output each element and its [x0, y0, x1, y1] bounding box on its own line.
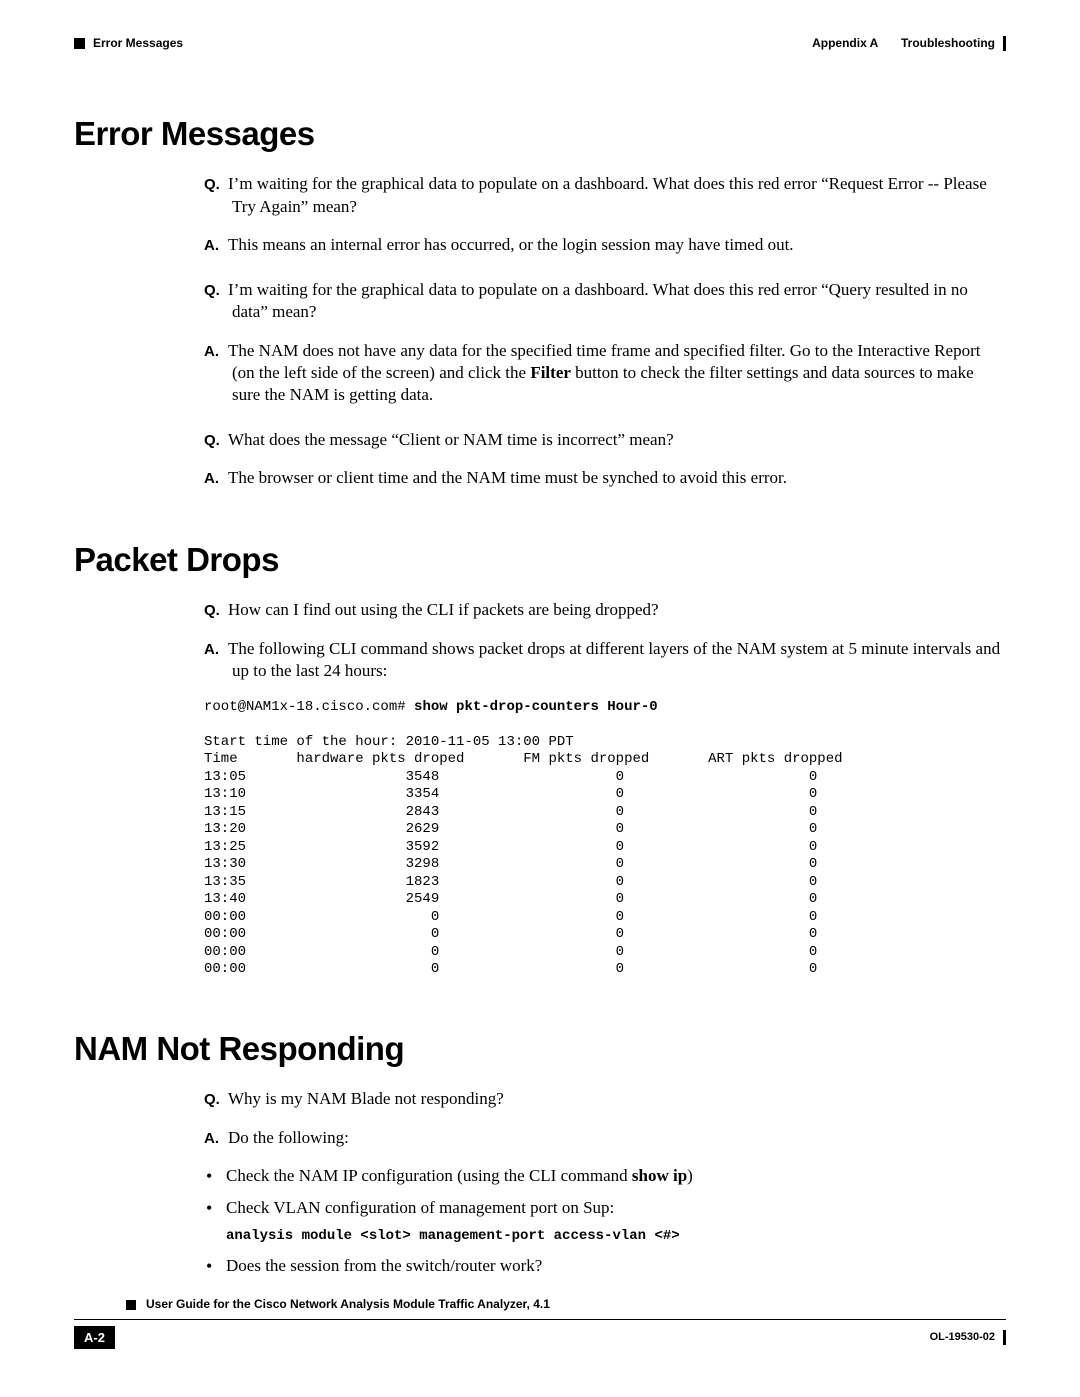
header-section-label: Error Messages [93, 36, 183, 52]
a-label: A. [204, 342, 228, 362]
header-vbar-icon [1003, 36, 1006, 51]
bullet-text-pre: Check the NAM IP configuration (using th… [226, 1166, 632, 1185]
heading-error-messages: Error Messages [74, 112, 1006, 156]
q-text: How can I find out using the CLI if pack… [228, 600, 659, 619]
q-label: Q. [204, 601, 228, 621]
q-text: I’m waiting for the graphical data to po… [228, 280, 968, 321]
cli-prompt: root@NAM1x-18.cisco.com# [204, 699, 414, 715]
a-text: The browser or client time and the NAM t… [228, 468, 787, 487]
heading-packet-drops: Packet Drops [74, 538, 1006, 582]
heading-nam-not-responding: NAM Not Responding [74, 1027, 1006, 1071]
section-packet-drops: Packet Drops Q.How can I find out using … [74, 538, 1006, 979]
cli-line: 00:00 0 0 0 [204, 926, 817, 942]
qa-block: Q.I’m waiting for the graphical data to … [204, 173, 1006, 218]
a-label: A. [204, 469, 228, 489]
bullet-text: Check VLAN configuration of management p… [226, 1198, 614, 1217]
cli-line: 00:00 0 0 0 [204, 961, 817, 977]
qa-block: Q.What does the message “Client or NAM t… [204, 429, 1006, 451]
header-appendix-label: Appendix A [812, 36, 878, 52]
q-label: Q. [204, 431, 228, 451]
q-text: What does the message “Client or NAM tim… [228, 430, 674, 449]
bullet-text-bold: show ip [632, 1166, 687, 1185]
list-item: Does the session from the switch/router … [204, 1255, 1006, 1277]
page-footer: User Guide for the Cisco Network Analysi… [74, 1297, 1006, 1349]
cli-line: 13:40 2549 0 0 [204, 891, 817, 907]
section-nam-not-responding: NAM Not Responding Q.Why is my NAM Blade… [74, 1027, 1006, 1278]
cli-output: root@NAM1x-18.cisco.com# show pkt-drop-c… [204, 699, 1006, 979]
section-error-messages: Error Messages Q.I’m waiting for the gra… [74, 112, 1006, 490]
cli-line: 13:25 3592 0 0 [204, 839, 817, 855]
q-text: Why is my NAM Blade not responding? [228, 1089, 504, 1108]
q-label: Q. [204, 281, 228, 301]
a-text-bold: Filter [530, 363, 571, 382]
qa-block: A.The following CLI command shows packet… [204, 638, 1006, 683]
qa-block: Q.I’m waiting for the graphical data to … [204, 279, 1006, 324]
footer-bullet-icon [126, 1300, 136, 1310]
header-chapter-title: Troubleshooting [901, 36, 995, 52]
cli-line: 13:20 2629 0 0 [204, 821, 817, 837]
a-label: A. [204, 640, 228, 660]
a-text: The following CLI command shows packet d… [228, 639, 1000, 680]
cli-line: Time hardware pkts droped FM pkts droppe… [204, 751, 843, 767]
cli-snippet: analysis module <slot> management-port a… [226, 1228, 1006, 1246]
q-label: Q. [204, 175, 228, 195]
qa-block: Q.Why is my NAM Blade not responding? [204, 1088, 1006, 1110]
cli-line: 13:35 1823 0 0 [204, 874, 817, 890]
qa-block: A.The NAM does not have any data for the… [204, 340, 1006, 407]
qa-block: A.The browser or client time and the NAM… [204, 467, 1006, 489]
cli-line: 00:00 0 0 0 [204, 909, 817, 925]
qa-block: A.This means an internal error has occur… [204, 234, 1006, 256]
header-bullet-icon [74, 38, 85, 49]
cli-line: 13:10 3354 0 0 [204, 786, 817, 802]
qa-block: A.Do the following: [204, 1127, 1006, 1149]
a-text: Do the following: [228, 1128, 349, 1147]
bullet-text-post: ) [687, 1166, 693, 1185]
footer-guide-title: User Guide for the Cisco Network Analysi… [146, 1297, 550, 1313]
cli-line: 00:00 0 0 0 [204, 944, 817, 960]
footer-vbar-icon [1003, 1330, 1006, 1345]
footer-rule [74, 1319, 1006, 1320]
cli-line: 13:30 3298 0 0 [204, 856, 817, 872]
a-label: A. [204, 236, 228, 256]
footer-doc-id: OL-19530-02 [930, 1330, 995, 1345]
a-label: A. [204, 1129, 228, 1149]
list-item: Check VLAN configuration of management p… [204, 1197, 1006, 1245]
q-text: I’m waiting for the graphical data to po… [228, 174, 987, 215]
q-label: Q. [204, 1090, 228, 1110]
qa-block: Q.How can I find out using the CLI if pa… [204, 599, 1006, 621]
bullet-list: Check the NAM IP configuration (using th… [204, 1165, 1006, 1278]
cli-line: 13:15 2843 0 0 [204, 804, 817, 820]
page-number: A-2 [74, 1326, 115, 1349]
page-header: Error Messages Appendix A Troubleshootin… [74, 36, 1006, 52]
bullet-text: Does the session from the switch/router … [226, 1256, 542, 1275]
list-item: Check the NAM IP configuration (using th… [204, 1165, 1006, 1187]
cli-command: show pkt-drop-counters Hour-0 [414, 699, 658, 715]
cli-line: Start time of the hour: 2010-11-05 13:00… [204, 734, 574, 750]
cli-line: 13:05 3548 0 0 [204, 769, 817, 785]
a-text: This means an internal error has occurre… [228, 235, 794, 254]
